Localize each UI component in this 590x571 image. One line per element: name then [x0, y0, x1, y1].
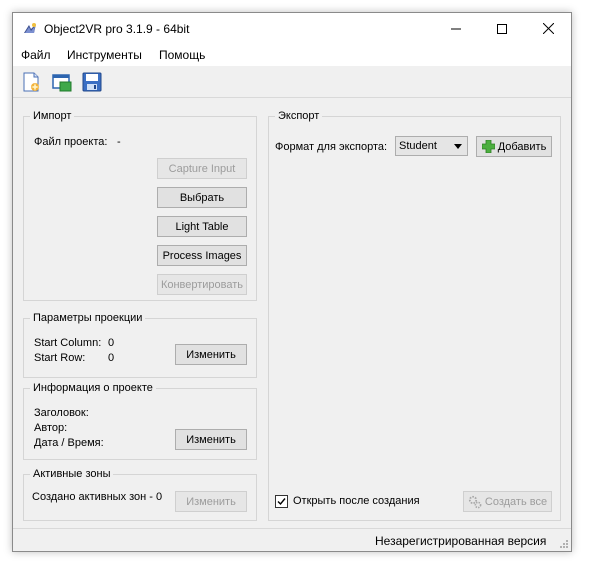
project-info-group-title: Информация о проекте — [30, 381, 156, 395]
status-text: Незарегистрированная версия — [375, 534, 547, 548]
projection-group-title: Параметры проекции — [30, 311, 146, 325]
maximize-button[interactable] — [479, 13, 525, 44]
choose-button[interactable]: Выбрать — [157, 187, 247, 208]
open-project-icon — [52, 74, 72, 92]
convert-button[interactable]: Конвертировать — [157, 274, 247, 295]
new-project-button[interactable] — [20, 71, 42, 93]
hotspots-change-button[interactable]: Изменить — [175, 491, 247, 512]
minimize-button[interactable] — [433, 13, 479, 44]
project-file-value: - — [117, 136, 121, 148]
start-column-label: Start Column: — [34, 337, 102, 349]
projection-change-button[interactable]: Изменить — [175, 344, 247, 365]
project-file-label: Файл проекта: — [34, 136, 108, 148]
chevron-down-icon — [454, 144, 462, 149]
maximize-icon — [497, 23, 507, 34]
import-group-title: Импорт — [30, 109, 75, 123]
export-group-title: Экспорт — [275, 109, 323, 123]
resize-grip-icon[interactable] — [558, 538, 568, 548]
status-bar: Незарегистрированная версия — [13, 528, 571, 551]
hotspots-created-text: Создано активных зон - 0 — [32, 491, 163, 503]
light-table-button[interactable]: Light Table — [157, 216, 247, 237]
projection-group: Параметры проекции Start Column: 0 Start… — [23, 311, 257, 378]
export-format-label: Формат для экспорта: — [275, 141, 388, 153]
author-label: Автор: — [34, 422, 68, 434]
plus-icon — [481, 140, 495, 153]
open-after-checkbox[interactable] — [275, 495, 288, 508]
title-bar[interactable]: Object2VR pro 3.1.9 - 64bit — [13, 13, 571, 44]
import-group: Импорт Файл проекта: - Capture Input Выб… — [23, 109, 257, 301]
process-images-button[interactable]: Process Images — [157, 245, 247, 266]
menu-bar: Файл Инструменты Помощь — [13, 44, 571, 66]
save-project-button[interactable] — [81, 71, 103, 93]
app-logo-icon — [24, 23, 36, 33]
export-format-value: Student — [399, 140, 437, 152]
gears-icon — [468, 495, 482, 508]
menu-help[interactable]: Помощь — [159, 48, 205, 62]
capture-input-button[interactable]: Capture Input — [157, 158, 247, 179]
heading-label: Заголовок: — [34, 407, 89, 419]
start-column-value: 0 — [108, 337, 115, 349]
start-row-label: Start Row: — [34, 352, 86, 364]
app-window: Object2VR pro 3.1.9 - 64bit Файл Инструм… — [12, 12, 572, 552]
datetime-label: Дата / Время: — [34, 437, 104, 449]
save-project-icon — [82, 72, 102, 92]
new-project-icon — [23, 72, 39, 92]
close-button[interactable] — [525, 13, 571, 44]
open-project-button[interactable] — [51, 71, 73, 93]
export-format-select[interactable]: Student — [395, 136, 468, 156]
menu-tools[interactable]: Инструменты — [67, 48, 142, 62]
toolbar — [13, 66, 571, 98]
menu-file[interactable]: Файл — [21, 48, 51, 62]
hotspots-group-title: Активные зоны — [30, 467, 114, 481]
add-export-button[interactable]: Добавить — [476, 136, 552, 157]
create-all-label: Создать все — [484, 495, 548, 508]
export-group: Экспорт Формат для экспорта: Student Доб… — [268, 109, 561, 521]
add-export-label: Добавить — [497, 140, 547, 153]
minimize-icon — [451, 28, 461, 29]
create-all-button[interactable]: Создать все — [463, 491, 552, 512]
project-info-group: Информация о проекте Заголовок: Автор: Д… — [23, 381, 257, 460]
checkmark-icon — [277, 498, 286, 506]
project-info-change-button[interactable]: Изменить — [175, 429, 247, 450]
hotspots-group: Активные зоны Создано активных зон - 0 И… — [23, 467, 257, 521]
close-icon — [542, 23, 554, 34]
open-after-label: Открыть после создания — [293, 495, 420, 507]
window-title: Object2VR pro 3.1.9 - 64bit — [44, 22, 190, 36]
start-row-value: 0 — [108, 352, 115, 364]
